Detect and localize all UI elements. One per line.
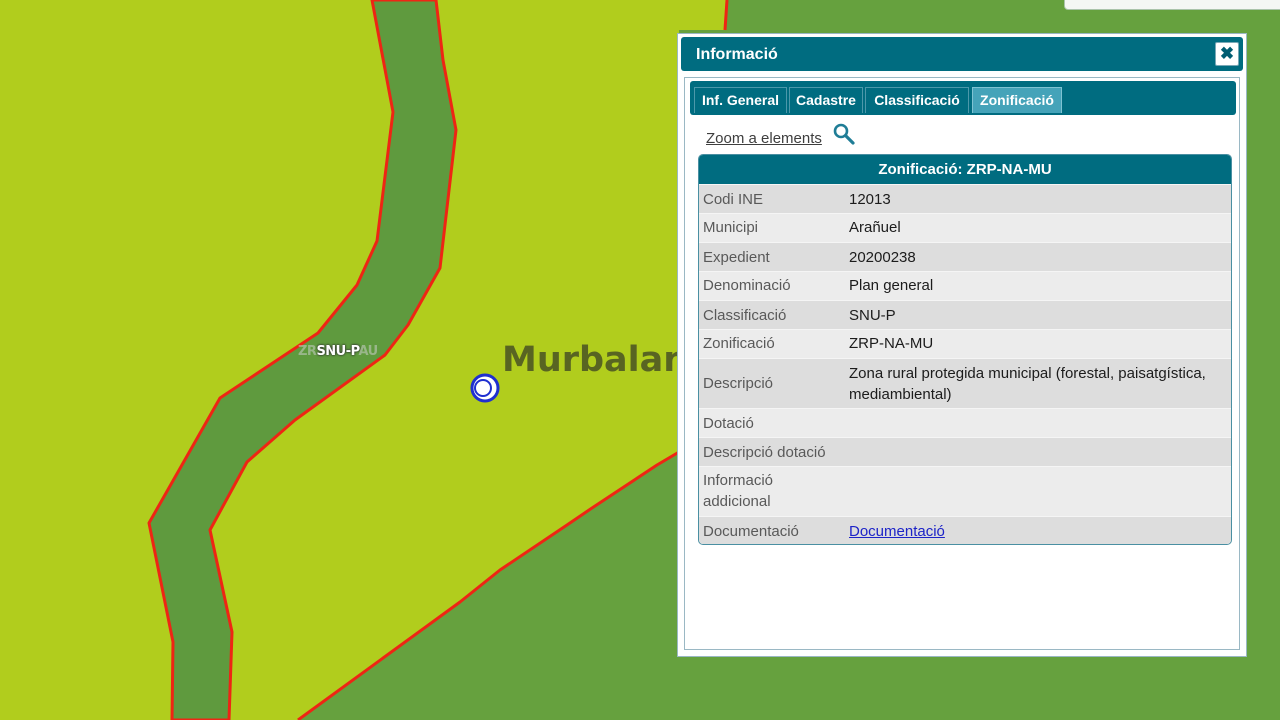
zone-label-faint-left: ZR: [298, 344, 317, 359]
zone-label-faint-right: AU: [358, 344, 378, 359]
table-row: Codi INE 12013: [699, 184, 1231, 213]
row-value-codi-ine: 12013: [849, 191, 891, 208]
documentation-link[interactable]: Documentació: [849, 523, 945, 540]
row-label-zonificacio: Zonificació: [703, 335, 775, 352]
tab-cadastre[interactable]: Cadastre: [789, 87, 863, 113]
table-heading: Zonificació: ZRP-NA-MU: [699, 155, 1231, 184]
popup-title: Informació: [696, 46, 778, 63]
tab-classificacio[interactable]: Classificació: [865, 87, 969, 113]
table-row: Denominació Plan general: [699, 271, 1231, 300]
zone-map-label: ZRSNU-PAU: [298, 344, 378, 359]
table-row: Zonificació ZRP-NA-MU: [699, 329, 1231, 358]
table-row: Descripció Zona rural protegida municipa…: [699, 358, 1231, 408]
row-label-informacio-addicional: Informació addicional: [703, 472, 774, 510]
row-label-municipi: Municipi: [703, 219, 759, 236]
row-value-classificacio: SNU-P: [849, 307, 896, 324]
tab-bar: Inf. General Cadastre Classificació Zoni…: [690, 81, 1236, 115]
row-label-descripcio: Descripció: [703, 375, 774, 392]
table-row: Expedient 20200238: [699, 242, 1231, 271]
zone-border-line: [723, 0, 729, 31]
row-value-documentacio: Documentació: [849, 521, 1219, 542]
info-popup: Informació ✖ Inf. General Cadastre Class…: [677, 33, 1247, 657]
zoom-to-elements-link[interactable]: Zoom a elements: [706, 130, 822, 147]
table-row: Dotació: [699, 408, 1231, 437]
table-row: Descripció dotació: [699, 437, 1231, 466]
row-value-descripcio: Zona rural protegida municipal (forestal…: [849, 365, 1206, 403]
zonification-table: Zonificació: ZRP-NA-MU Codi INE 12013 Mu…: [698, 154, 1232, 545]
row-value-municipi: Arañuel: [849, 219, 901, 236]
table-row: Classificació SNU-P: [699, 300, 1231, 329]
search-icon[interactable]: [832, 122, 856, 146]
row-label-expedient: Expedient: [703, 249, 770, 266]
tab-zonificacio[interactable]: Zonificació: [972, 87, 1062, 113]
popup-header: Informació ✖: [681, 37, 1243, 71]
row-value-denominacio: Plan general: [849, 277, 934, 294]
row-value-zonificacio: ZRP-NA-MU: [849, 335, 934, 352]
map-overview-widget[interactable]: [1064, 0, 1280, 10]
row-label-classificacio: Classificació: [703, 307, 787, 324]
row-label-documentacio: Documentació: [703, 523, 799, 540]
table-row: Documentació Documentació: [699, 516, 1231, 544]
row-label-dotacio: Dotació: [703, 415, 754, 432]
table-row: Informació addicional: [699, 466, 1231, 516]
zone-label-primary: SNU-P: [316, 344, 359, 359]
row-value-expedient: 20200238: [849, 249, 916, 266]
tab-inf-general[interactable]: Inf. General: [694, 87, 787, 113]
row-label-codi-ine: Codi INE: [703, 191, 764, 208]
location-marker-icon[interactable]: [470, 373, 500, 403]
popup-content: Inf. General Cadastre Classificació Zoni…: [684, 77, 1240, 650]
row-label-denominacio: Denominació: [703, 277, 791, 294]
row-label-descripcio-dotacio: Descripció dotació: [703, 444, 826, 461]
table-row: Municipi Arañuel: [699, 213, 1231, 242]
close-icon[interactable]: ✖: [1215, 42, 1239, 66]
